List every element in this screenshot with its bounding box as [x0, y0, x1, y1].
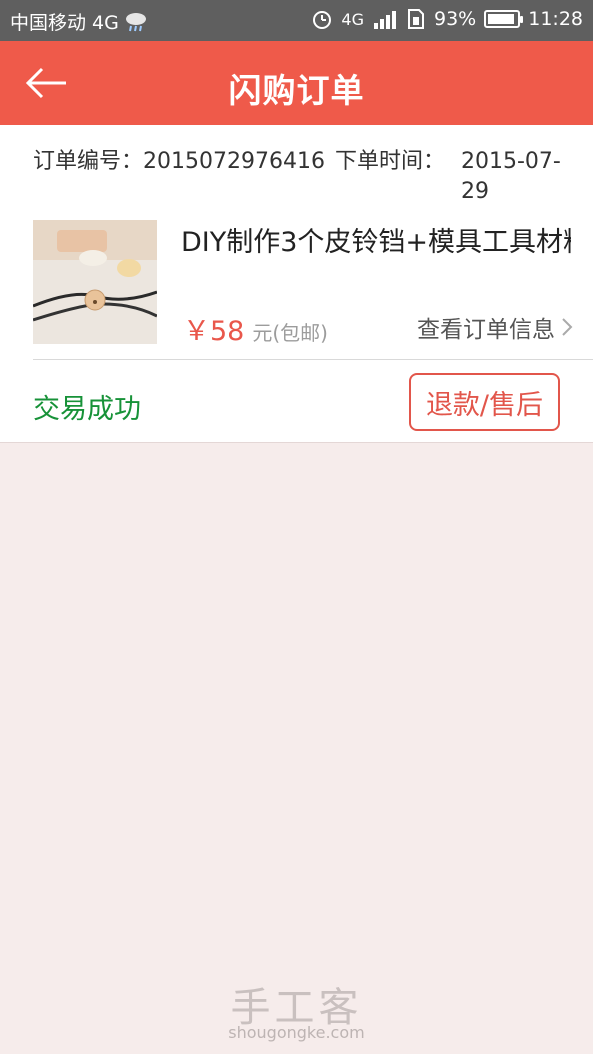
order-time-value: 2015-07-29	[461, 149, 561, 204]
battery-percent: 93%	[434, 8, 477, 30]
status-bar-left: 中国移动 4G	[10, 8, 149, 35]
view-order-info-label: 查看订单信息	[417, 317, 555, 343]
product-title[interactable]: DIY制作3个皮铃铛+模具工具材料套装【包邮】	[181, 225, 571, 269]
order-number: 订单编号：2015072976416	[33, 149, 325, 174]
status-bar: 中国移动 4G 4G 93% 11:28	[0, 0, 593, 41]
order-time-label: 下单时间：	[335, 149, 446, 174]
watermark-url: shougongke.com	[228, 1023, 365, 1042]
sim-card-icon	[408, 9, 424, 29]
weather-cloud-rain-icon	[125, 12, 146, 31]
order-card: 订单编号：2015072976416 下单时间： 2015-07-29 DIY制…	[0, 125, 593, 443]
status-bar-right: 4G 93% 11:28	[311, 8, 583, 30]
network-type-label: 4G	[341, 9, 364, 29]
signal-strength-icon	[374, 11, 396, 29]
product-image	[33, 220, 157, 344]
price-row: ￥58 元(包邮)	[183, 309, 328, 348]
battery-fill	[488, 14, 515, 24]
refund-button[interactable]: 退款/售后	[409, 373, 560, 431]
alarm-clock-icon	[313, 11, 332, 29]
refund-button-label: 退款/售后	[425, 389, 544, 421]
product-price: ￥58	[183, 316, 245, 347]
card-divider	[33, 359, 593, 360]
order-status: 交易成功	[33, 394, 141, 425]
battery-icon	[484, 10, 524, 28]
price-unit: 元(包邮)	[252, 321, 328, 345]
clock: 11:28	[528, 8, 583, 30]
chevron-right-icon	[562, 318, 573, 336]
product-thumbnail[interactable]	[33, 220, 157, 344]
app-header: 闪购订单	[0, 41, 593, 125]
carrier-label: 中国移动 4G	[10, 12, 119, 34]
view-order-info-link[interactable]: 查看订单信息	[417, 310, 573, 344]
page-title: 闪购订单	[228, 71, 365, 110]
